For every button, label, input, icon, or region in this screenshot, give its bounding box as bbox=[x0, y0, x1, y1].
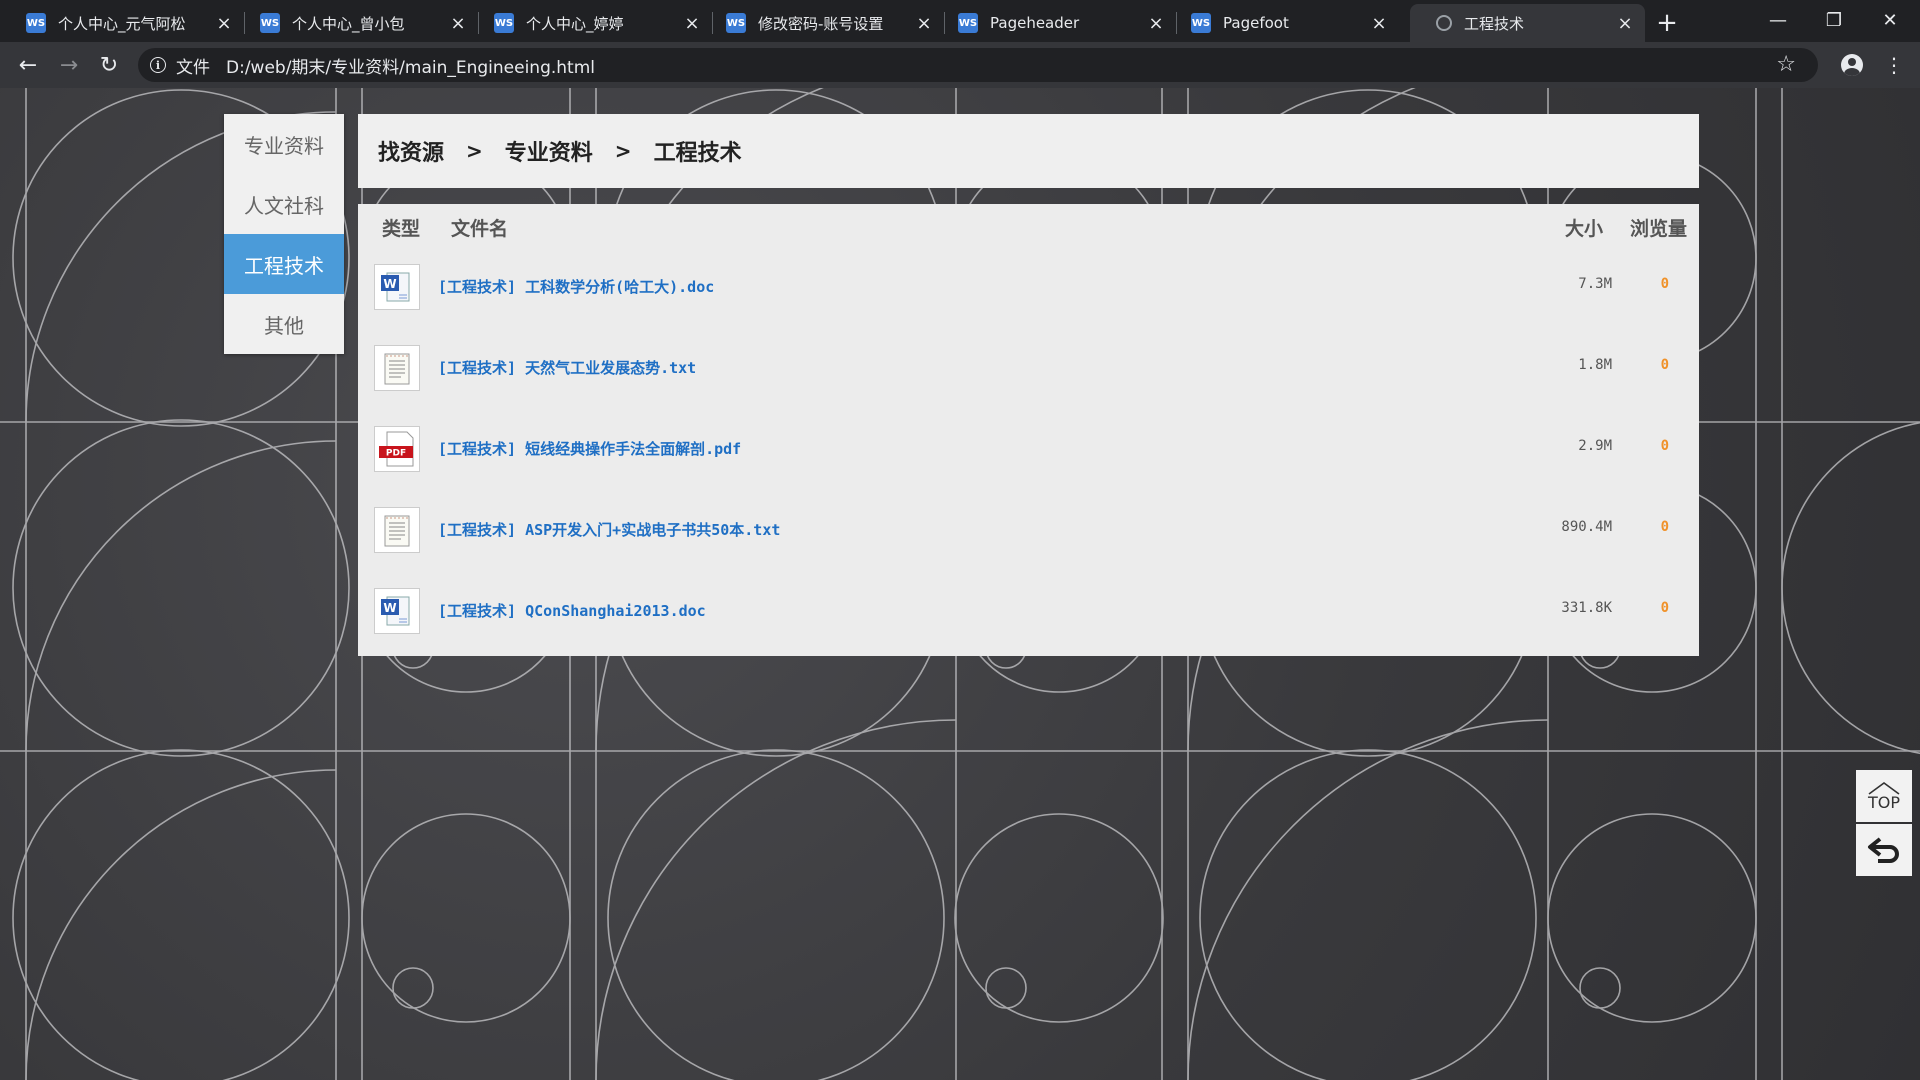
breadcrumb-item-current: 工程技术 bbox=[653, 141, 742, 166]
info-icon[interactable]: i bbox=[150, 57, 166, 73]
address-bar[interactable]: i 文件 D:/web/期末/专业资料/main_Engineeing.html… bbox=[138, 48, 1818, 82]
globe-icon bbox=[1436, 15, 1452, 31]
file-views: 0 bbox=[1660, 600, 1669, 616]
close-icon[interactable]: × bbox=[1369, 13, 1389, 34]
ws-icon: WS bbox=[958, 13, 978, 33]
go-back-button[interactable] bbox=[1856, 824, 1912, 876]
svg-text:W: W bbox=[383, 601, 396, 615]
file-size: 1.8M bbox=[1578, 357, 1612, 373]
file-link[interactable]: [工程技术] 天然气工业发展态势.txt bbox=[438, 357, 696, 378]
sidebar-item-other[interactable]: 其他 bbox=[224, 294, 344, 354]
word-doc-icon: W bbox=[374, 264, 420, 310]
header-views: 浏览量 bbox=[1630, 218, 1688, 240]
svg-text:W: W bbox=[383, 277, 396, 291]
tab-title: Pageheader bbox=[990, 14, 1080, 32]
table-row: W [工程技术] QConShanghai2013.doc 331.8K 0 bbox=[358, 588, 1699, 669]
tab-1[interactable]: WS 个人中心_元气阿松 × bbox=[0, 4, 244, 42]
close-icon[interactable]: × bbox=[448, 13, 468, 34]
tab-title: 个人中心_曾小包 bbox=[292, 14, 405, 33]
breadcrumb-item[interactable]: 找资源 bbox=[378, 135, 444, 167]
close-icon[interactable]: × bbox=[214, 13, 234, 34]
forward-button[interactable]: → bbox=[53, 49, 85, 81]
header-filename: 文件名 bbox=[451, 218, 509, 240]
file-size: 7.3M bbox=[1578, 276, 1612, 292]
new-tab-button[interactable]: + bbox=[1652, 8, 1682, 38]
close-icon[interactable]: × bbox=[914, 13, 934, 34]
ws-icon: WS bbox=[260, 13, 280, 33]
ws-icon: WS bbox=[1191, 13, 1211, 33]
url-text[interactable]: D:/web/期末/专业资料/main_Engineeing.html bbox=[226, 53, 595, 78]
tab-2[interactable]: WS 个人中心_曾小包 × bbox=[234, 4, 478, 42]
close-icon[interactable]: × bbox=[682, 13, 702, 34]
txt-file-icon bbox=[374, 345, 420, 391]
file-views: 0 bbox=[1660, 276, 1669, 292]
file-views: 0 bbox=[1660, 438, 1669, 454]
tab-title: Pagefoot bbox=[1223, 14, 1289, 32]
tab-6[interactable]: WS Pagefoot × bbox=[1165, 4, 1399, 42]
tab-title: 个人中心_婷婷 bbox=[526, 14, 624, 33]
close-icon[interactable]: × bbox=[1615, 13, 1635, 34]
word-doc-icon: W bbox=[374, 588, 420, 634]
scheme-label: 文件 bbox=[176, 57, 210, 78]
file-size: 331.8K bbox=[1561, 600, 1612, 616]
ws-icon: WS bbox=[494, 13, 514, 33]
file-link[interactable]: [工程技术] QConShanghai2013.doc bbox=[438, 600, 706, 621]
table-row: [工程技术] ASP开发入门+实战电子书共50本.txt 890.4M 0 bbox=[358, 507, 1699, 588]
file-link[interactable]: [工程技术] 短线经典操作手法全面解剖.pdf bbox=[438, 438, 741, 459]
table-row: [工程技术] 天然气工业发展态势.txt 1.8M 0 bbox=[358, 345, 1699, 426]
breadcrumb-item[interactable]: 专业资料 bbox=[505, 135, 593, 167]
avatar-icon bbox=[1841, 54, 1863, 76]
breadcrumb-separator: > bbox=[614, 139, 632, 163]
pdf-badge: PDF bbox=[386, 449, 406, 459]
txt-file-icon bbox=[374, 507, 420, 553]
profile-button[interactable] bbox=[1836, 49, 1868, 81]
tab-title: 个人中心_元气阿松 bbox=[58, 14, 186, 33]
file-list-panel: 类型 文件名 大小 浏览量 W [工程技术] 工科数学分析(哈工大).doc 7… bbox=[358, 204, 1699, 656]
back-button[interactable]: ← bbox=[12, 49, 44, 81]
table-row: W [工程技术] 工科数学分析(哈工大).doc 7.3M 0 bbox=[358, 264, 1699, 345]
tab-4[interactable]: WS 修改密码-账号设置 × bbox=[700, 4, 944, 42]
file-views: 0 bbox=[1660, 357, 1669, 373]
file-link[interactable]: [工程技术] 工科数学分析(哈工大).doc bbox=[438, 276, 714, 297]
menu-kebab-icon[interactable]: ⋮ bbox=[1878, 49, 1910, 81]
table-row: PDF [工程技术] 短线经典操作手法全面解剖.pdf 2.9M 0 bbox=[358, 426, 1699, 507]
sidebar-item-professional[interactable]: 专业资料 bbox=[224, 114, 344, 174]
pdf-file-icon: PDF bbox=[374, 426, 420, 472]
page-content: 专业资料 人文社科 工程技术 其他 找资源 > 专业资料 > 工程技术 类型 文… bbox=[0, 88, 1920, 1080]
breadcrumb-separator: > bbox=[466, 139, 483, 163]
ws-icon: WS bbox=[26, 13, 46, 33]
minimize-button[interactable]: — bbox=[1750, 0, 1806, 40]
restore-button[interactable]: ❐ bbox=[1806, 0, 1862, 40]
file-size: 2.9M bbox=[1578, 438, 1612, 454]
browser-toolbar: ← → ↻ i 文件 D:/web/期末/专业资料/main_Engineein… bbox=[0, 42, 1920, 88]
back-to-top-button[interactable]: TOP bbox=[1856, 770, 1912, 822]
category-sidebar: 专业资料 人文社科 工程技术 其他 bbox=[224, 114, 344, 354]
browser-tab-strip: WS 个人中心_元气阿松 × WS 个人中心_曾小包 × WS 个人中心_婷婷 … bbox=[0, 0, 1920, 42]
file-views: 0 bbox=[1660, 519, 1669, 535]
sidebar-item-engineering[interactable]: 工程技术 bbox=[224, 234, 344, 294]
tab-5[interactable]: WS Pageheader × bbox=[932, 4, 1176, 42]
tab-title: 工程技术 bbox=[1464, 14, 1525, 33]
tab-title: 修改密码-账号设置 bbox=[758, 14, 884, 33]
header-type: 类型 bbox=[382, 218, 421, 240]
tab-3[interactable]: WS 个人中心_婷婷 × bbox=[468, 4, 712, 42]
bookmark-star-icon[interactable]: ☆ bbox=[1776, 52, 1796, 77]
top-label: TOP bbox=[1867, 793, 1900, 812]
tab-7-active[interactable]: 工程技术 × bbox=[1410, 4, 1645, 42]
return-arrow-icon bbox=[1868, 837, 1899, 863]
ws-icon: WS bbox=[726, 13, 746, 33]
window-close-button[interactable]: ✕ bbox=[1862, 0, 1918, 40]
file-link[interactable]: [工程技术] ASP开发入门+实战电子书共50本.txt bbox=[438, 519, 780, 540]
file-table-header: 类型 文件名 大小 浏览量 bbox=[358, 204, 1699, 244]
reload-button[interactable]: ↻ bbox=[93, 49, 125, 81]
header-size: 大小 bbox=[1565, 218, 1604, 240]
close-icon[interactable]: × bbox=[1146, 13, 1166, 34]
breadcrumb: 找资源 > 专业资料 > 工程技术 bbox=[358, 114, 1699, 188]
sidebar-item-humanities[interactable]: 人文社科 bbox=[224, 174, 344, 234]
file-size: 890.4M bbox=[1561, 519, 1612, 535]
